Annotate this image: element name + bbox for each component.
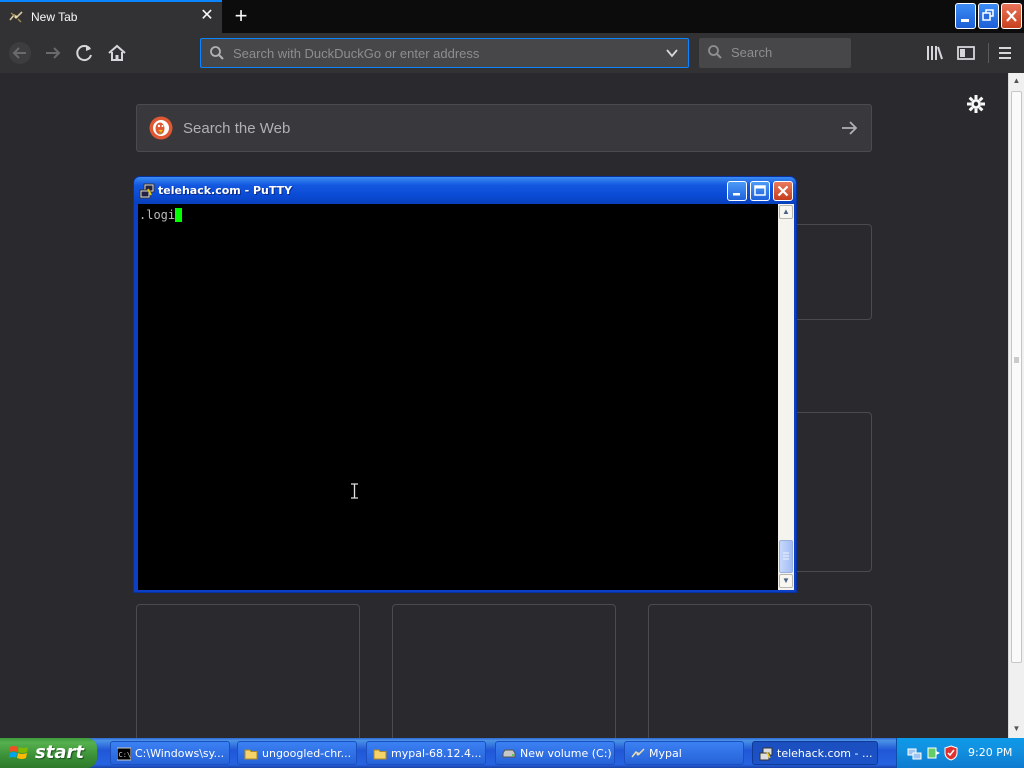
search-icon bbox=[708, 45, 722, 59]
library-icon bbox=[927, 46, 943, 60]
taskbar-item-cmd[interactable]: C:\ C:\Windows\sy... bbox=[110, 741, 230, 765]
taskbar: start C:\ C:\Windows\sy... ungoogled-chr… bbox=[0, 738, 1024, 768]
page-scrollbar[interactable]: ▲ ▼ bbox=[1008, 73, 1024, 738]
home-button[interactable] bbox=[105, 41, 129, 65]
scroll-down-arrow-icon[interactable]: ▼ bbox=[1009, 721, 1024, 737]
window-minimize-button[interactable] bbox=[955, 3, 976, 29]
putty-icon bbox=[139, 183, 155, 199]
menu-icon bbox=[999, 47, 1011, 59]
maximize-icon bbox=[754, 185, 766, 196]
search-icon bbox=[210, 46, 224, 60]
shield-icon[interactable] bbox=[943, 745, 959, 761]
menu-button[interactable] bbox=[993, 41, 1017, 65]
scrollbar-thumb[interactable] bbox=[1011, 91, 1022, 663]
url-bar[interactable] bbox=[200, 38, 689, 68]
search-bar[interactable] bbox=[699, 38, 851, 68]
minimize-icon bbox=[733, 193, 740, 196]
terminal-scrollbar[interactable]: ▲ ▼ bbox=[778, 204, 794, 590]
drive-icon bbox=[502, 749, 516, 758]
back-arrow-icon bbox=[9, 42, 31, 64]
text-cursor-icon bbox=[351, 483, 358, 499]
new-tab-button[interactable]: + bbox=[229, 3, 253, 29]
close-icon bbox=[777, 185, 789, 197]
tab-close-icon[interactable]: ✕ bbox=[198, 7, 216, 25]
taskbar-item-mypal-folder[interactable]: mypal-68.12.4... bbox=[366, 741, 486, 765]
system-tray: 9:20 PM bbox=[896, 738, 1024, 768]
search-input[interactable] bbox=[731, 42, 841, 62]
mypal-favicon-icon bbox=[9, 11, 23, 23]
terminal-line: .logi bbox=[139, 208, 183, 222]
folder-icon bbox=[244, 749, 258, 760]
taskbar-item-putty[interactable]: telehack.com - ... bbox=[752, 741, 878, 765]
network-icon[interactable] bbox=[907, 745, 923, 761]
toolbar-separator bbox=[988, 43, 989, 63]
minimize-icon bbox=[961, 19, 969, 22]
putty-title-bar[interactable]: telehack.com - PuTTY bbox=[134, 177, 796, 204]
highlight-tile[interactable] bbox=[136, 604, 360, 738]
folder-icon bbox=[373, 749, 387, 760]
cmd-icon: C:\ bbox=[117, 747, 131, 761]
taskbar-item-label: C:\Windows\sy... bbox=[135, 747, 225, 760]
putty-icon bbox=[759, 747, 773, 761]
safely-remove-icon[interactable] bbox=[925, 745, 941, 761]
home-icon bbox=[108, 44, 126, 61]
url-input[interactable] bbox=[233, 43, 653, 63]
sidebar-button[interactable] bbox=[954, 41, 978, 65]
grip-icon bbox=[1014, 357, 1019, 363]
navigation-toolbar bbox=[0, 33, 1024, 73]
arrow-right-icon[interactable] bbox=[839, 118, 859, 138]
chevron-down-icon[interactable] bbox=[664, 45, 680, 61]
taskbar-item-label: New volume (C:) bbox=[520, 747, 612, 760]
start-button[interactable]: start bbox=[0, 738, 97, 768]
clock: 9:20 PM bbox=[968, 746, 1013, 759]
putty-close-button[interactable] bbox=[773, 181, 793, 201]
taskbar-item-label: Mypal bbox=[649, 747, 682, 760]
taskbar-item-label: telehack.com - ... bbox=[777, 747, 873, 760]
scroll-up-arrow-icon[interactable]: ▲ bbox=[1009, 73, 1024, 89]
taskbar-item-label: ungoogled-chr... bbox=[262, 747, 352, 760]
window-restore-button[interactable] bbox=[978, 3, 999, 29]
sidebar-icon bbox=[957, 46, 975, 60]
web-search-box[interactable]: Search the Web bbox=[136, 104, 872, 152]
scroll-down-arrow-icon[interactable]: ▼ bbox=[779, 574, 793, 588]
duckduckgo-icon bbox=[149, 116, 173, 140]
web-search-label: Search the Web bbox=[183, 120, 291, 137]
reload-icon bbox=[76, 45, 92, 62]
highlight-tile[interactable] bbox=[392, 604, 616, 738]
terminal-cursor bbox=[175, 208, 183, 222]
reload-button[interactable] bbox=[73, 41, 97, 65]
terminal-scrollbar-thumb[interactable] bbox=[779, 540, 793, 573]
putty-maximize-button[interactable] bbox=[750, 181, 770, 201]
window-controls bbox=[955, 3, 1022, 29]
svg-text:C:\: C:\ bbox=[119, 751, 132, 759]
library-button[interactable] bbox=[923, 41, 947, 65]
mypal-icon bbox=[631, 748, 645, 758]
tab-new-tab[interactable]: New Tab ✕ bbox=[0, 0, 222, 33]
restore-icon bbox=[982, 9, 994, 21]
highlight-tile[interactable] bbox=[648, 604, 872, 738]
putty-title: telehack.com - PuTTY bbox=[158, 184, 293, 197]
taskbar-item-mypal[interactable]: Mypal bbox=[624, 741, 744, 765]
start-label: start bbox=[35, 742, 84, 763]
tab-title: New Tab bbox=[31, 10, 78, 24]
back-button[interactable] bbox=[8, 41, 32, 65]
tab-strip: New Tab ✕ + bbox=[0, 0, 1024, 33]
terminal-text: .logi bbox=[139, 208, 176, 222]
forward-button[interactable] bbox=[41, 41, 65, 65]
putty-minimize-button[interactable] bbox=[727, 181, 747, 201]
taskbar-item-label: mypal-68.12.4... bbox=[391, 747, 482, 760]
gear-icon[interactable] bbox=[966, 94, 986, 114]
scroll-up-arrow-icon[interactable]: ▲ bbox=[779, 205, 793, 219]
window-close-button[interactable] bbox=[1001, 3, 1022, 29]
putty-window: telehack.com - PuTTY .logi ▲ ▼ bbox=[133, 176, 797, 593]
close-icon bbox=[1006, 10, 1017, 22]
forward-arrow-icon bbox=[46, 47, 61, 59]
windows-flag-icon bbox=[9, 746, 28, 759]
grip-icon bbox=[783, 552, 789, 560]
taskbar-item-drive[interactable]: New volume (C:) bbox=[495, 741, 615, 765]
terminal-area[interactable]: .logi bbox=[138, 204, 778, 590]
taskbar-item-ungoogled[interactable]: ungoogled-chr... bbox=[237, 741, 357, 765]
